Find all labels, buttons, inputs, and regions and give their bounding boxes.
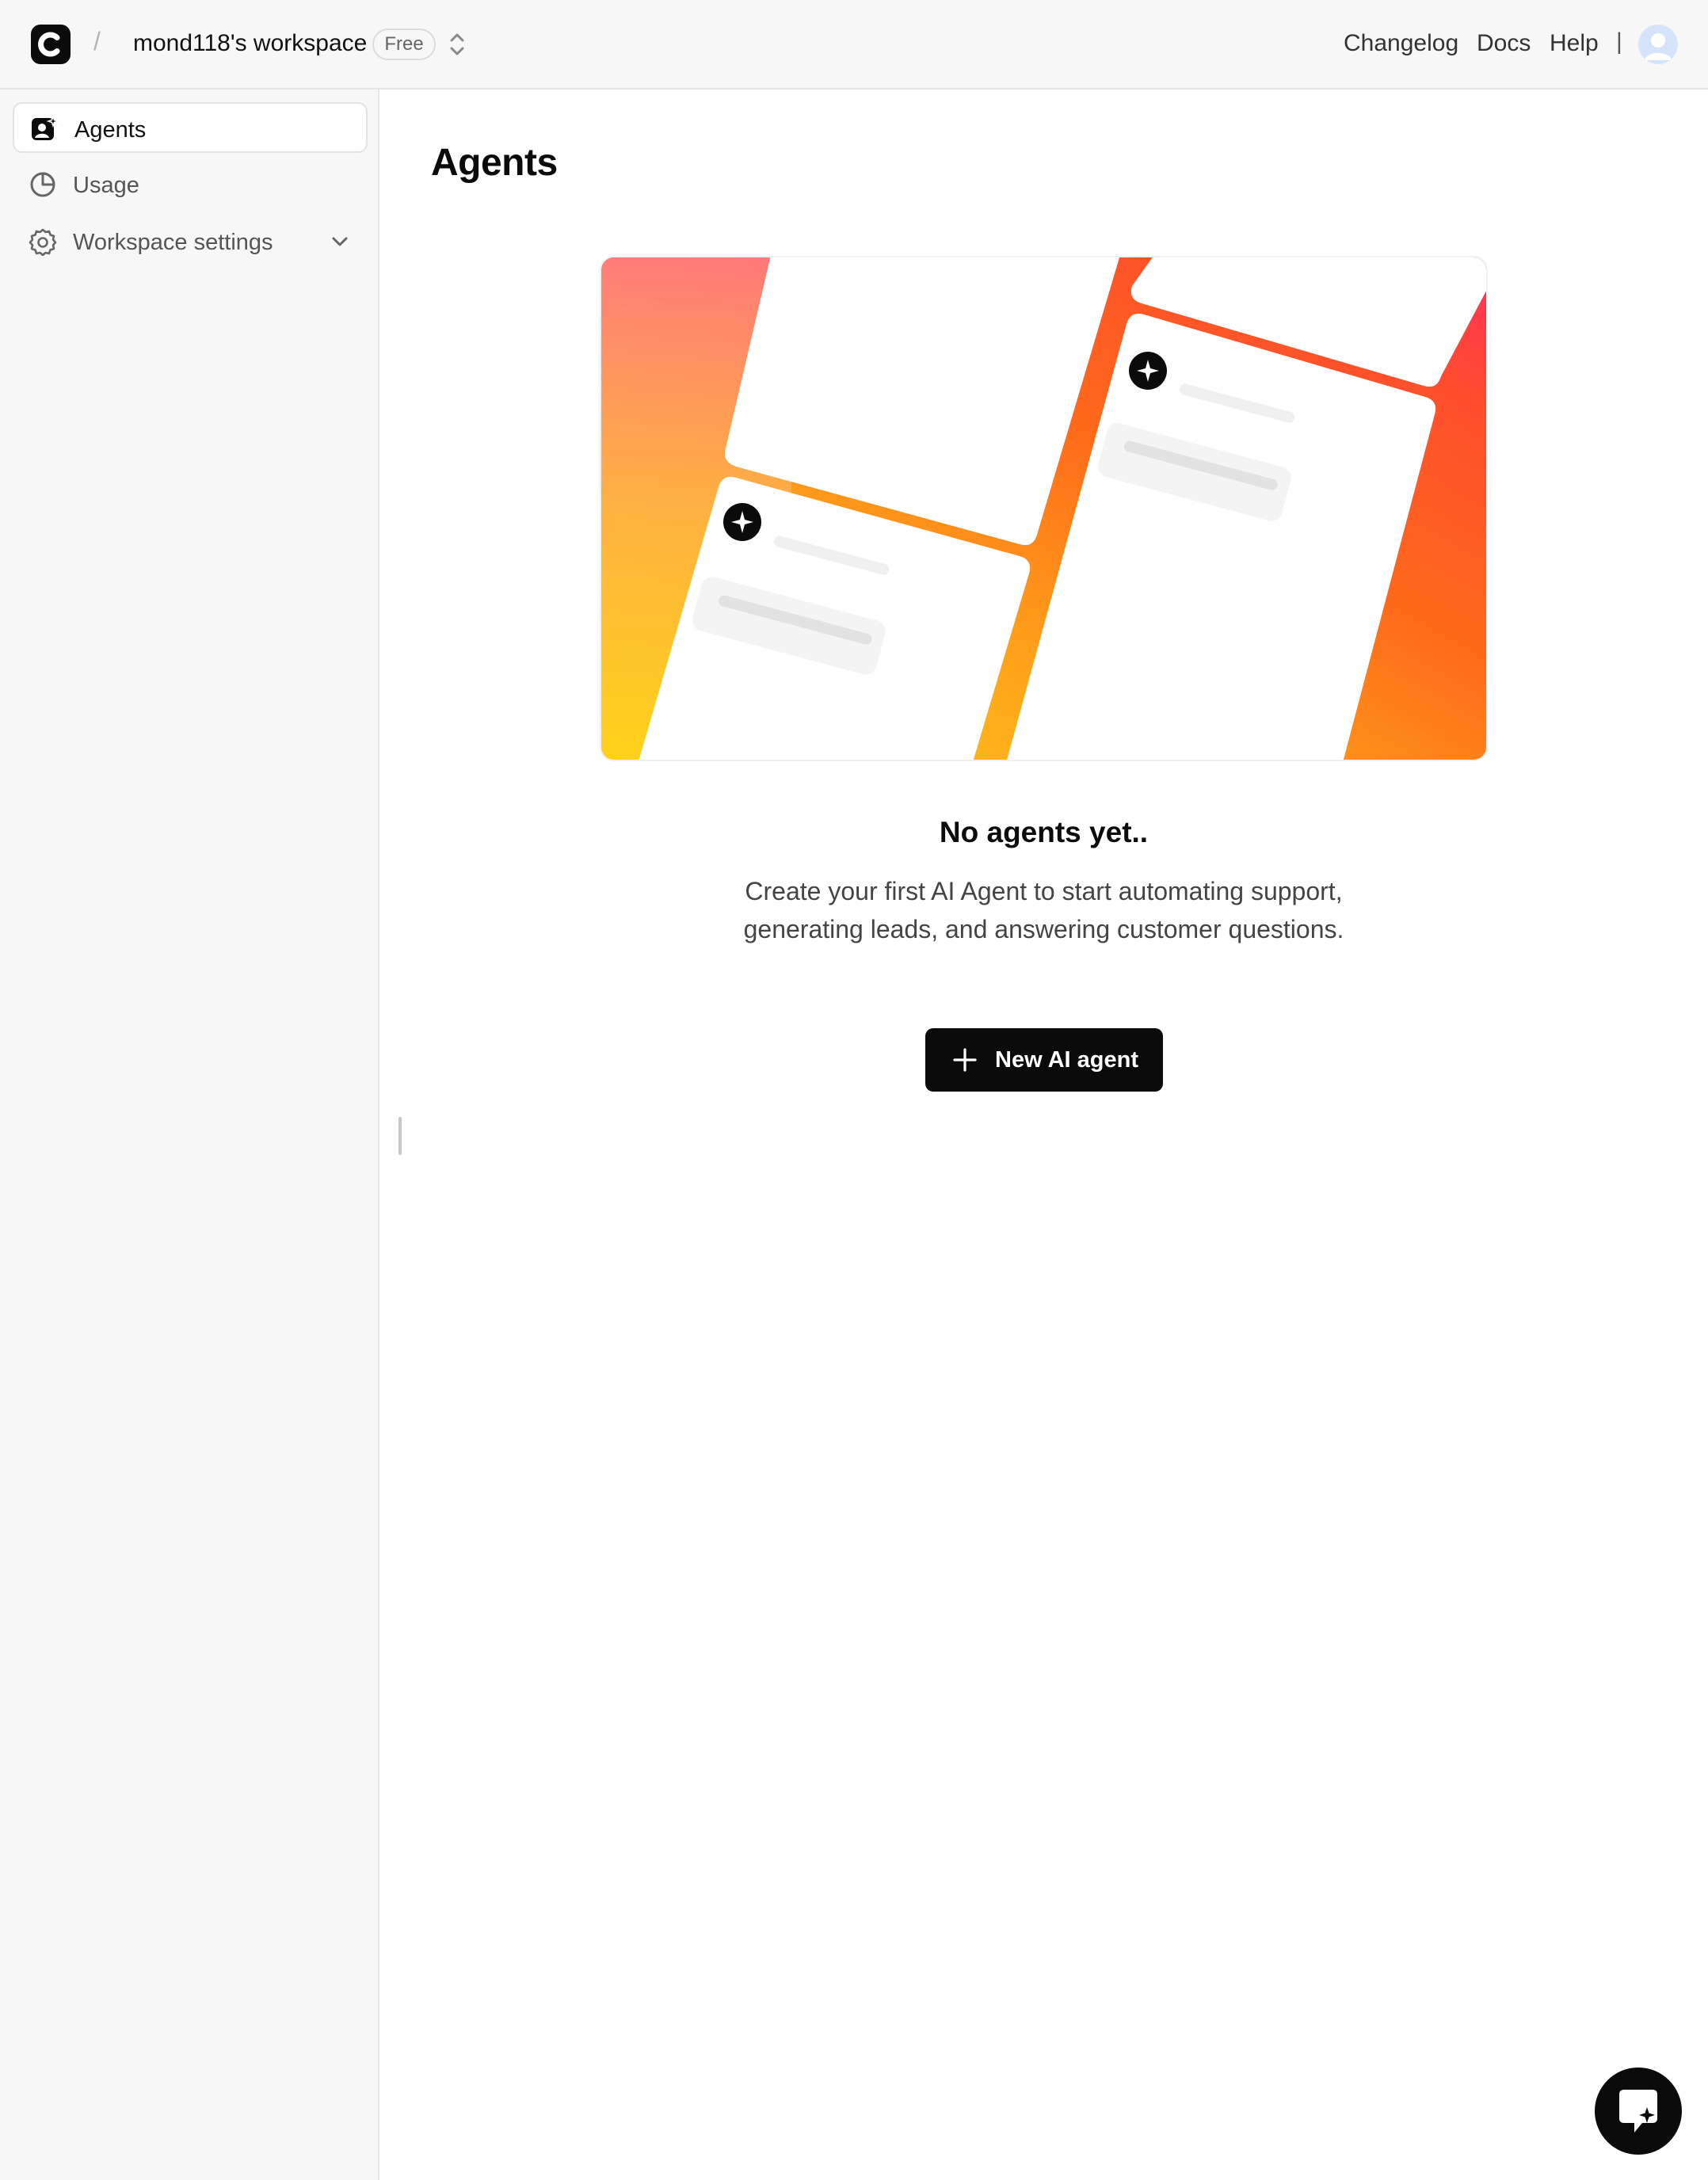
chevron-down-icon[interactable]	[330, 232, 350, 255]
app-logo-icon[interactable]	[31, 25, 71, 64]
workspace-name[interactable]: mond118's workspace	[133, 30, 367, 57]
help-link[interactable]: Help	[1550, 30, 1599, 57]
empty-state-title: No agents yet..	[939, 816, 1149, 848]
sidebar-item-label: Agents	[74, 117, 147, 143]
sidebar-item-agents[interactable]: Agents	[13, 102, 368, 153]
sidebar-resize-handle[interactable]	[398, 1117, 402, 1155]
workspace-switch-icon[interactable]	[446, 30, 468, 63]
header-divider: |	[1616, 29, 1622, 55]
top-bar: / mond118's workspace Free Changelog Doc…	[0, 0, 1708, 90]
new-ai-agent-button[interactable]: New AI agent	[925, 1028, 1163, 1092]
plan-badge: Free	[372, 29, 436, 60]
breadcrumb-separator: /	[93, 27, 101, 55]
sidebar-item-workspace-settings[interactable]: Workspace settings	[13, 216, 368, 267]
sidebar: Agents Usage Workspace settings	[0, 90, 379, 2180]
docs-link[interactable]: Docs	[1477, 30, 1531, 57]
gear-icon	[29, 227, 57, 257]
sidebar-item-label: Workspace settings	[73, 230, 273, 255]
empty-state-description-line: generating leads, and answering customer…	[743, 915, 1344, 943]
changelog-link[interactable]: Changelog	[1344, 30, 1458, 57]
sidebar-item-label: Usage	[73, 173, 139, 198]
plus-icon	[952, 1047, 978, 1075]
empty-state-description: Create your first AI Agent to start auto…	[600, 872, 1488, 948]
pie-chart-icon	[29, 170, 57, 199]
new-ai-agent-button-label: New AI agent	[995, 1047, 1139, 1073]
agent-icon	[30, 114, 60, 143]
page-title: Agents	[431, 142, 558, 184]
empty-state-description-line: Create your first AI Agent to start auto…	[745, 877, 1343, 905]
empty-state-illustration	[600, 256, 1488, 761]
user-avatar-icon[interactable]	[1638, 25, 1678, 64]
chat-icon	[1619, 2090, 1657, 2132]
chat-support-button[interactable]	[1595, 2068, 1682, 2155]
sidebar-item-usage[interactable]: Usage	[13, 159, 368, 210]
